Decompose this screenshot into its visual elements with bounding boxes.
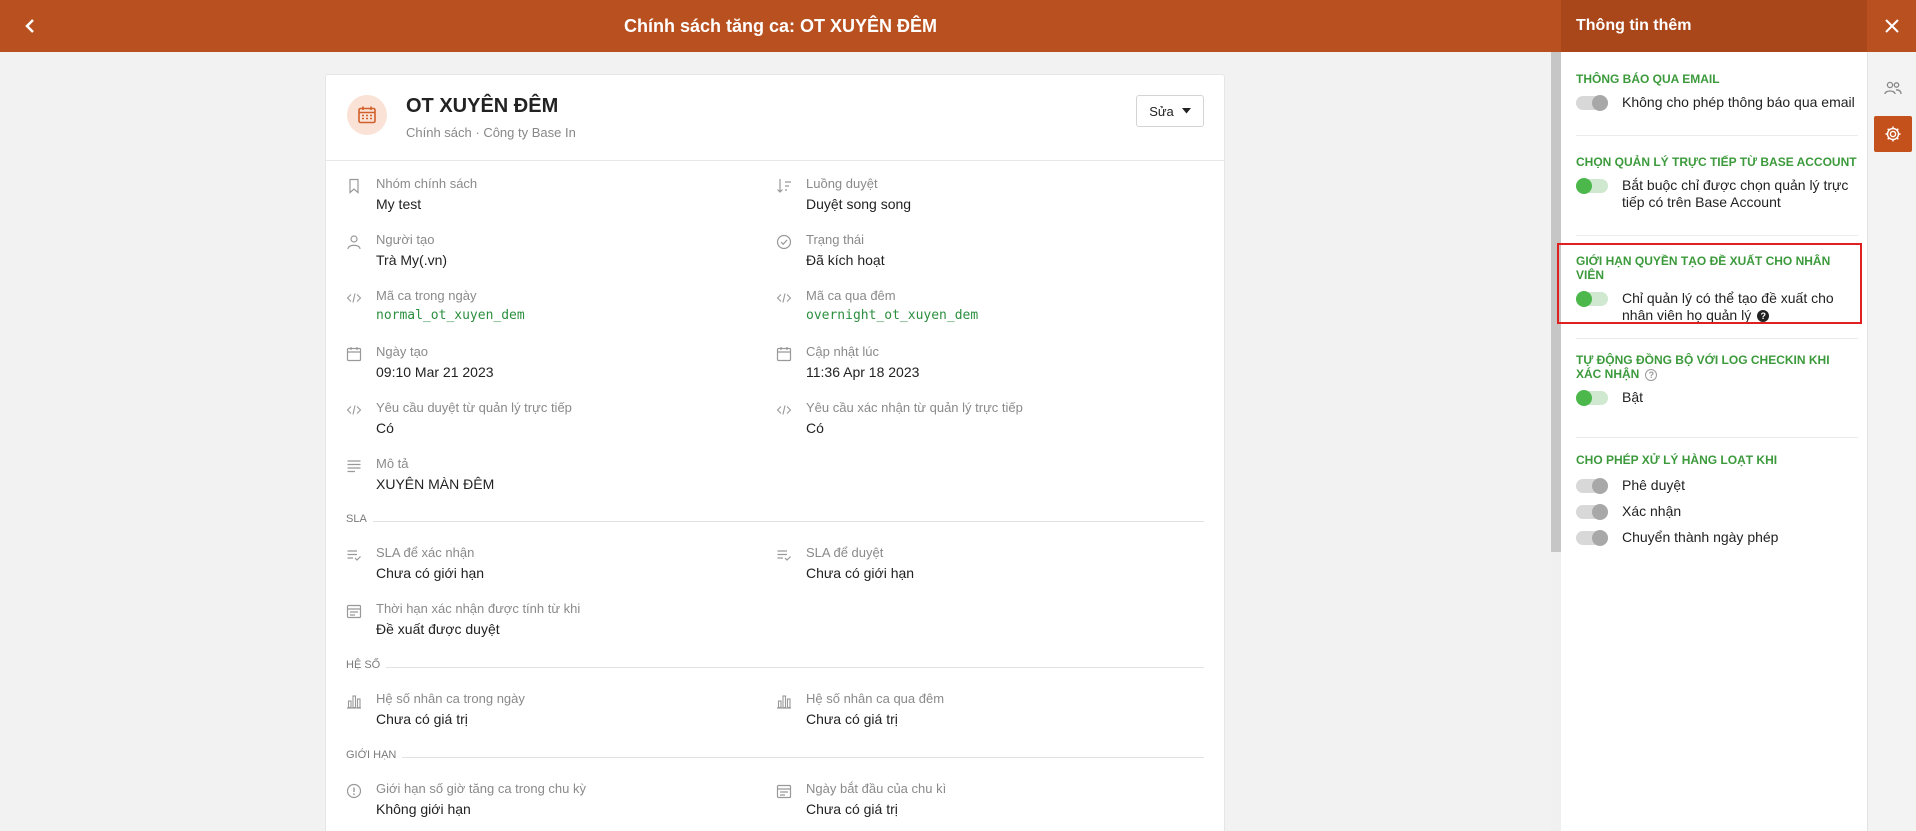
sync-option-label: Bật [1622, 389, 1644, 405]
section-sla: SLA [346, 513, 1204, 525]
list-check-icon [347, 550, 361, 561]
list-check-icon [777, 550, 791, 561]
section-limit: GIỚI HẠN [346, 749, 1204, 761]
email-setting: THÔNG BÁO QUA EMAIL Không cho phép thông… [1576, 72, 1858, 112]
email-option-label: Không cho phép thông báo qua email [1622, 94, 1855, 110]
bar-chart-icon [347, 695, 361, 709]
manager-toggle[interactable] [1576, 178, 1608, 194]
code-icon [346, 293, 362, 303]
section-coefficient: HỆ SỐ [346, 659, 1204, 671]
batch-setting: CHO PHÉP XỬ LÝ HÀNG LOẠT KHI Phê duyệt X… [1576, 453, 1858, 547]
batch-approve-label: Phê duyệt [1622, 477, 1686, 493]
policy-header: OT XUYÊN ĐÊM Chính sách · Công ty Base I… [326, 75, 1224, 161]
edit-button[interactable]: Sửa [1136, 95, 1204, 127]
side-panel-title: Thông tin thêm [1561, 0, 1867, 52]
divider [1576, 338, 1858, 339]
calendar-list-icon [776, 784, 792, 799]
page-title: Chính sách tăng ca: OT XUYÊN ĐÊM [623, 15, 938, 36]
sort-icon [777, 179, 791, 193]
close-button[interactable] [1867, 0, 1916, 52]
back-button[interactable] [18, 14, 42, 38]
sync-setting: TỰ ĐỘNG ĐỒNG BỘ VỚI LOG CHECKIN KHI XÁC … [1576, 353, 1858, 407]
calendar-badge [347, 95, 387, 135]
calendar-icon [776, 347, 792, 362]
top-bar: Chính sách tăng ca: OT XUYÊN ĐÊM [0, 0, 1561, 52]
divider [1576, 437, 1858, 438]
email-setting-title: THÔNG BÁO QUA EMAIL [1576, 72, 1720, 86]
policy-name: OT XUYÊN ĐÊM [406, 95, 559, 117]
edit-button-label: Sửa [1149, 103, 1174, 119]
side-panel: THÔNG BÁO QUA EMAIL Không cho phép thông… [1561, 52, 1867, 831]
alert-circle-icon [346, 783, 362, 799]
policy-subtitle: Chính sách · Công ty Base In [406, 125, 576, 140]
divider [1576, 235, 1858, 236]
calendar-icon [358, 106, 376, 124]
settings-tab-button[interactable] [1874, 116, 1912, 152]
batch-convert-label: Chuyển thành ngày phép [1622, 529, 1779, 545]
bookmark-icon [349, 178, 359, 194]
code-icon [776, 293, 792, 303]
email-toggle[interactable] [1576, 95, 1608, 111]
user-icon [347, 235, 361, 250]
users-tab-button[interactable] [1874, 70, 1912, 106]
caret-down-icon [1181, 108, 1191, 114]
check-circle-icon [776, 234, 792, 250]
gear-icon [1885, 126, 1901, 142]
batch-convert-toggle[interactable] [1576, 530, 1608, 546]
batch-setting-title: CHO PHÉP XỬ LÝ HÀNG LOẠT KHI [1576, 453, 1778, 467]
code-icon [346, 405, 362, 415]
close-icon [1884, 19, 1899, 33]
batch-approve-toggle[interactable] [1576, 478, 1608, 494]
manager-setting: CHỌN QUẢN LÝ TRỰC TIẾP TỪ BASE ACCOUNT B… [1576, 155, 1858, 211]
sync-setting-title: TỰ ĐỘNG ĐỒNG BỘ VỚI LOG CHECKIN KHI XÁC … [1576, 353, 1830, 381]
bar-chart-icon [777, 695, 791, 709]
calendar-icon [346, 347, 362, 362]
users-icon [1884, 81, 1902, 95]
manager-setting-title: CHỌN QUẢN LÝ TRỰC TIẾP TỪ BASE ACCOUNT [1576, 155, 1857, 169]
code-icon [776, 405, 792, 415]
manager-option-label: Bắt buộc chỉ được chọn quản lý trực tiếp… [1622, 177, 1849, 210]
calendar-list-icon [346, 604, 362, 619]
highlight-box [1557, 243, 1862, 324]
batch-confirm-label: Xác nhận [1622, 503, 1682, 519]
icon-rail [1867, 52, 1916, 831]
text-lines-icon [347, 460, 361, 473]
help-icon[interactable]: ? [1645, 368, 1658, 381]
chevron-left-icon [25, 19, 34, 33]
divider [1576, 135, 1858, 136]
sync-toggle[interactable] [1576, 390, 1608, 406]
policy-card: OT XUYÊN ĐÊM Chính sách · Công ty Base I… [325, 74, 1225, 831]
batch-confirm-toggle[interactable] [1576, 504, 1608, 520]
